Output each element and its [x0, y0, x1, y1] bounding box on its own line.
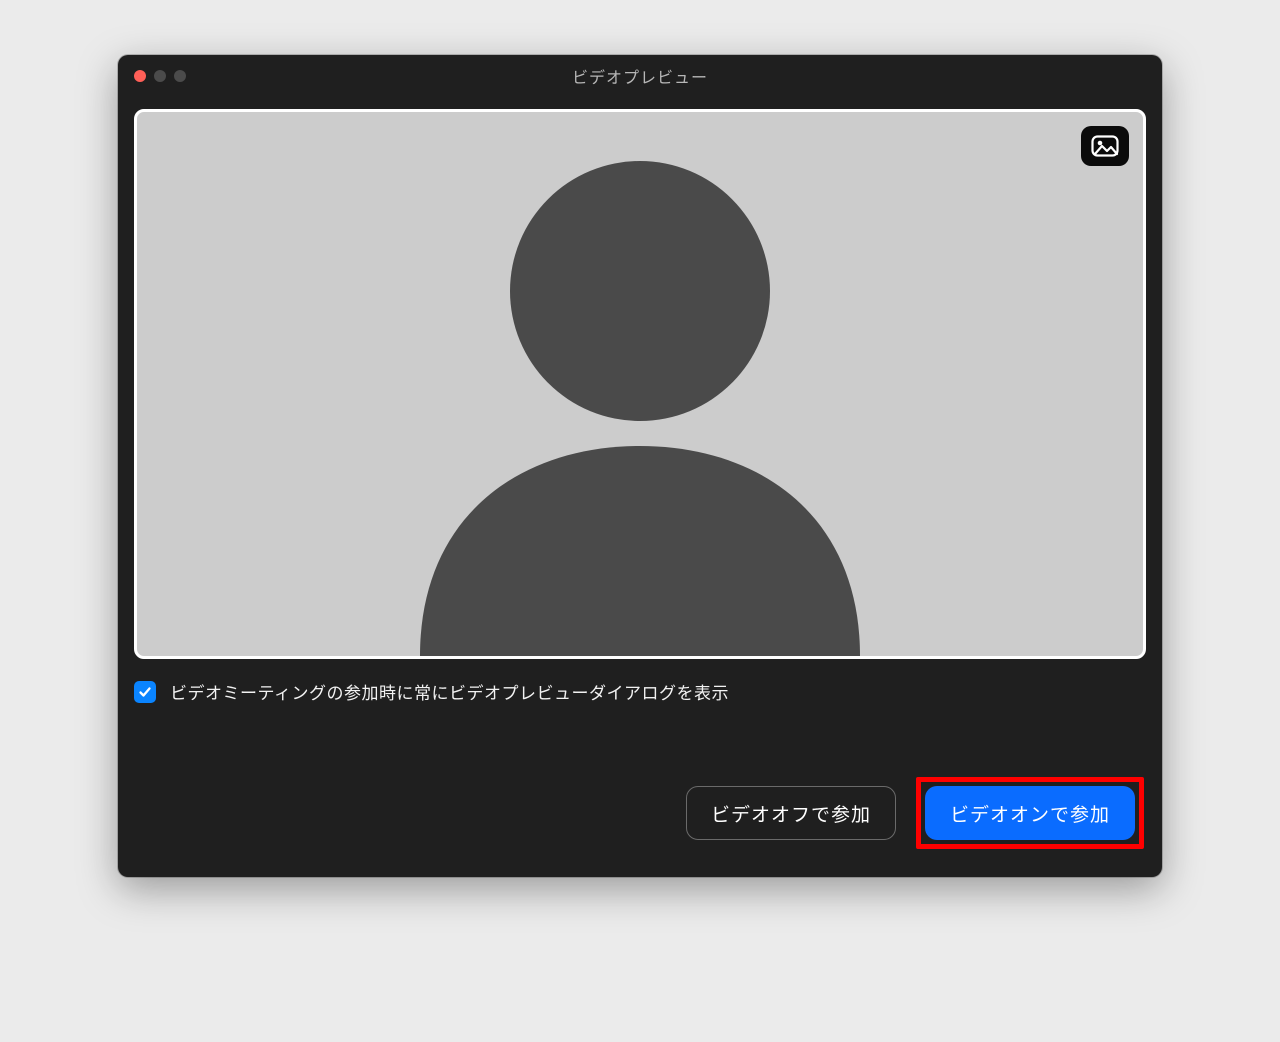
button-label: ビデオオフで参加 [711, 800, 871, 827]
titlebar: ビデオプレビュー [118, 55, 1162, 97]
avatar-placeholder-icon [380, 136, 900, 656]
join-without-video-button[interactable]: ビデオオフで参加 [686, 786, 896, 840]
window-controls [134, 70, 186, 82]
minimize-window-button[interactable] [154, 70, 166, 82]
always-show-preview-option[interactable]: ビデオミーティングの参加時に常にビデオプレビューダイアログを表示 [134, 679, 1146, 704]
close-window-button[interactable] [134, 70, 146, 82]
checkmark-icon [138, 685, 152, 699]
maximize-window-button[interactable] [174, 70, 186, 82]
window-title: ビデオプレビュー [572, 64, 708, 88]
checkbox[interactable] [134, 681, 156, 703]
content-area: ビデオミーティングの参加時に常にビデオプレビューダイアログを表示 ビデオオフで参… [118, 97, 1162, 877]
video-preview-area [134, 109, 1146, 659]
join-with-video-button[interactable]: ビデオオンで参加 [925, 786, 1135, 840]
button-label: ビデオオンで参加 [950, 800, 1110, 827]
image-icon [1091, 135, 1119, 157]
video-preview-window: ビデオプレビュー [118, 55, 1162, 877]
virtual-background-button[interactable] [1081, 126, 1129, 166]
annotation-highlight: ビデオオンで参加 [916, 777, 1144, 849]
checkbox-label: ビデオミーティングの参加時に常にビデオプレビューダイアログを表示 [170, 679, 729, 704]
button-row: ビデオオフで参加 ビデオオンで参加 [134, 777, 1146, 849]
